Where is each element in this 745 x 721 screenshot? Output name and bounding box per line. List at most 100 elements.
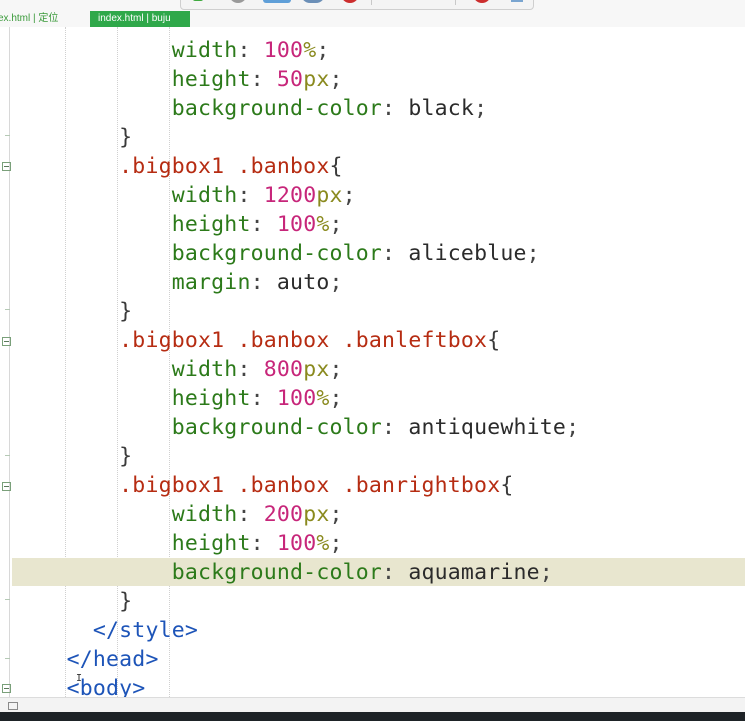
html-tag: </style> [92,618,199,643]
fold-end-marker [5,455,10,456]
gutter-border [9,27,10,697]
css-unit: px [316,183,343,208]
code-line: height: 100%; [14,529,343,558]
semicolon: ; [566,415,580,440]
css-unit: px [303,67,330,92]
colon: : [250,67,277,92]
css-number: 100 [263,38,304,63]
colon: : [382,241,409,266]
fold-toggle-icon[interactable] [2,162,11,171]
browser-icon[interactable] [301,0,325,3]
css-property: width [171,38,238,63]
css-property: background-color [171,96,383,121]
fold-toggle-icon[interactable] [2,482,11,491]
css-selector: .bigbox1 .banbox .banleftbox [119,328,488,353]
code-line: .bigbox1 .banbox .banleftbox{ [14,326,500,355]
code-line: } [14,123,132,152]
colon: : [250,270,277,295]
code-line: .bigbox1 .banbox .banrightbox{ [14,471,514,500]
code-line: margin: auto; [14,268,343,297]
css-property: width [171,502,238,527]
code-line: width: 100%; [14,36,330,65]
colon: : [250,212,277,237]
css-selector: .bigbox1 .banbox .banrightbox [119,473,501,498]
css-unit: % [316,212,330,237]
code-line: background-color: antiquewhite; [14,413,579,442]
css-number: 1200 [263,183,317,208]
code-line: } [14,587,132,616]
code-line: } [14,442,132,471]
css-property: height [171,67,251,92]
semicolon: ; [539,560,553,585]
css-property: height [171,386,251,411]
fold-end-marker [5,135,10,136]
code-line: .bigbox1 .banbox{ [14,152,343,181]
semicolon: ; [329,531,343,556]
tab-index-html[interactable]: index.html | buju [90,11,190,27]
code-line: height: 50px; [14,65,343,94]
code-line: width: 200px; [14,500,343,529]
brace: { [329,154,343,179]
semicolon: ; [329,212,343,237]
css-number: 50 [276,67,304,92]
colon: : [237,183,264,208]
code-line: height: 100%; [14,210,343,239]
fold-toggle-icon[interactable] [2,684,11,693]
css-number: 100 [276,386,317,411]
css-selector: .bigbox1 .banbox [119,154,330,179]
record-icon[interactable] [473,0,491,3]
css-number: 100 [276,212,317,237]
css-unit: px [303,357,330,382]
colon: : [382,96,409,121]
code-line: height: 100%; [14,384,343,413]
html-tag: </head> [66,647,159,672]
toolbar-separator [371,0,372,5]
fold-toggle-icon[interactable] [2,337,11,346]
fold-end-marker [5,658,10,659]
css-value: aquamarine [408,560,540,585]
colon: : [382,415,409,440]
fold-end-marker [5,309,10,310]
back-icon[interactable] [193,0,203,1]
console-icon[interactable] [8,702,18,710]
pin-icon[interactable] [511,0,523,2]
css-unit: % [316,531,330,556]
fold-end-marker [5,599,10,600]
clock-icon[interactable] [229,0,247,3]
stop-icon[interactable] [341,0,359,3]
preview-icon[interactable] [263,0,291,3]
text-cursor-icon: I [76,673,83,684]
css-property: height [171,212,251,237]
tab-ex-html[interactable]: ex.html | 定位 [0,11,62,27]
code-line: width: 1200px; [14,181,356,210]
brace: } [119,299,133,324]
css-property: width [171,357,238,382]
semicolon: ; [526,241,540,266]
code-line: background-color: aquamarine; [14,558,553,587]
brace: } [119,589,133,614]
css-unit: % [316,386,330,411]
colon: : [237,38,264,63]
css-value: aliceblue [408,241,527,266]
css-property: margin [171,270,251,295]
code-editor[interactable]: width: 100%; height: 50px; background-co… [0,27,745,697]
css-number: 200 [263,502,304,527]
code-line: background-color: aliceblue; [14,239,540,268]
colon: : [382,560,409,585]
status-bar [0,697,745,713]
